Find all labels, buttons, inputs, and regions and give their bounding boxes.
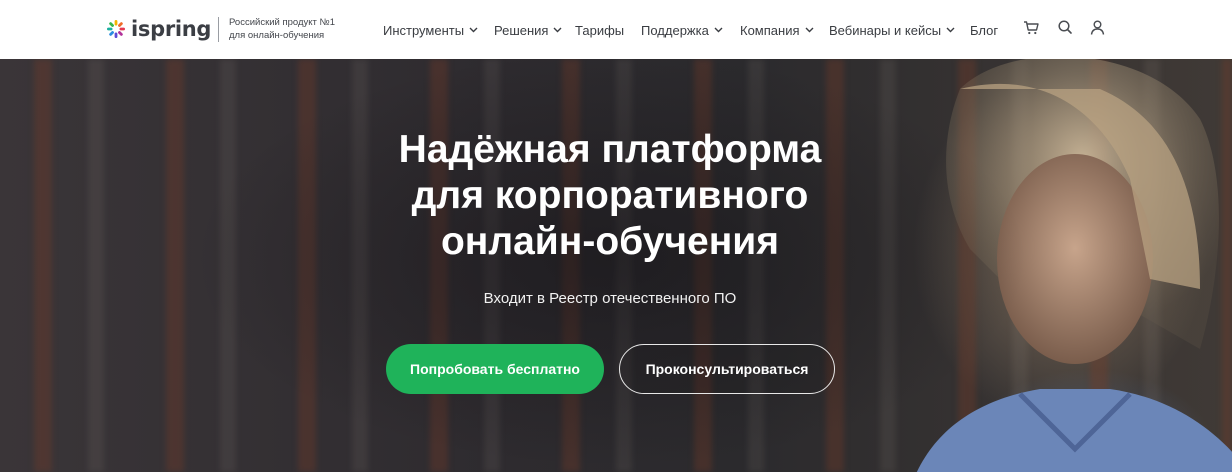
logo-wordmark: ispring xyxy=(131,17,212,41)
nav-item-company[interactable]: Компания xyxy=(740,21,814,39)
hero-title-line-3: онлайн-обучения xyxy=(440,220,780,263)
chevron-down-icon xyxy=(805,27,813,33)
ispring-logo[interactable]: ispring xyxy=(106,14,211,44)
tagline-line-1: Российский продукт №1 xyxy=(229,17,335,28)
nav-item-blog[interactable]: Блог xyxy=(970,21,998,39)
nav-item-label: Поддержка xyxy=(641,22,709,38)
nav-item-label: Инструменты xyxy=(383,22,465,38)
tagline-line-2: для онлайн-обучения xyxy=(229,30,325,41)
hero-title: Надёжная платформа для корпоративного он… xyxy=(300,127,920,265)
site-header: ispring Российский продукт №1 для онлайн… xyxy=(0,0,1232,59)
hero-subtitle: Входит в Реестр отечественного ПО xyxy=(483,290,737,307)
nav-item-support[interactable]: Поддержка xyxy=(641,21,723,39)
hero-title-line-1: Надёжная платформа xyxy=(398,128,822,171)
nav-item-solutions[interactable]: Решения xyxy=(494,21,562,39)
nav-item-pricing[interactable]: Тарифы xyxy=(575,21,624,39)
chevron-down-icon xyxy=(714,27,723,33)
nav-item-label: Блог xyxy=(970,22,999,38)
nav-item-label: Решения xyxy=(494,22,549,38)
nav-item-label: Тарифы xyxy=(575,22,625,38)
consult-button[interactable]: Проконсультироваться xyxy=(619,344,835,394)
search-icon[interactable] xyxy=(1057,19,1074,36)
nav-item-webinars[interactable]: Вебинары и кейсы xyxy=(829,21,955,39)
nav-item-instruments[interactable]: Инструменты xyxy=(383,21,478,39)
chevron-down-icon xyxy=(469,27,478,33)
nav-item-label: Вебинары и кейсы xyxy=(829,22,942,38)
user-icon[interactable] xyxy=(1089,19,1106,36)
hero-section: Надёжная платформа для корпоративного он… xyxy=(0,59,1232,472)
try-free-button[interactable]: Попробовать бесплатно xyxy=(386,344,604,394)
chevron-down-icon xyxy=(946,27,955,33)
cart-icon[interactable] xyxy=(1023,19,1040,36)
hero-dark-overlay xyxy=(0,59,1232,472)
chevron-down-icon xyxy=(553,27,562,33)
nav-item-label: Компания xyxy=(740,22,800,38)
tagline: Российский продукт №1 для онлайн-обучени… xyxy=(229,16,335,42)
hero-title-line-2: для корпоративного xyxy=(411,174,809,217)
logo-divider xyxy=(218,17,219,42)
logo-flower-icon xyxy=(107,20,125,38)
